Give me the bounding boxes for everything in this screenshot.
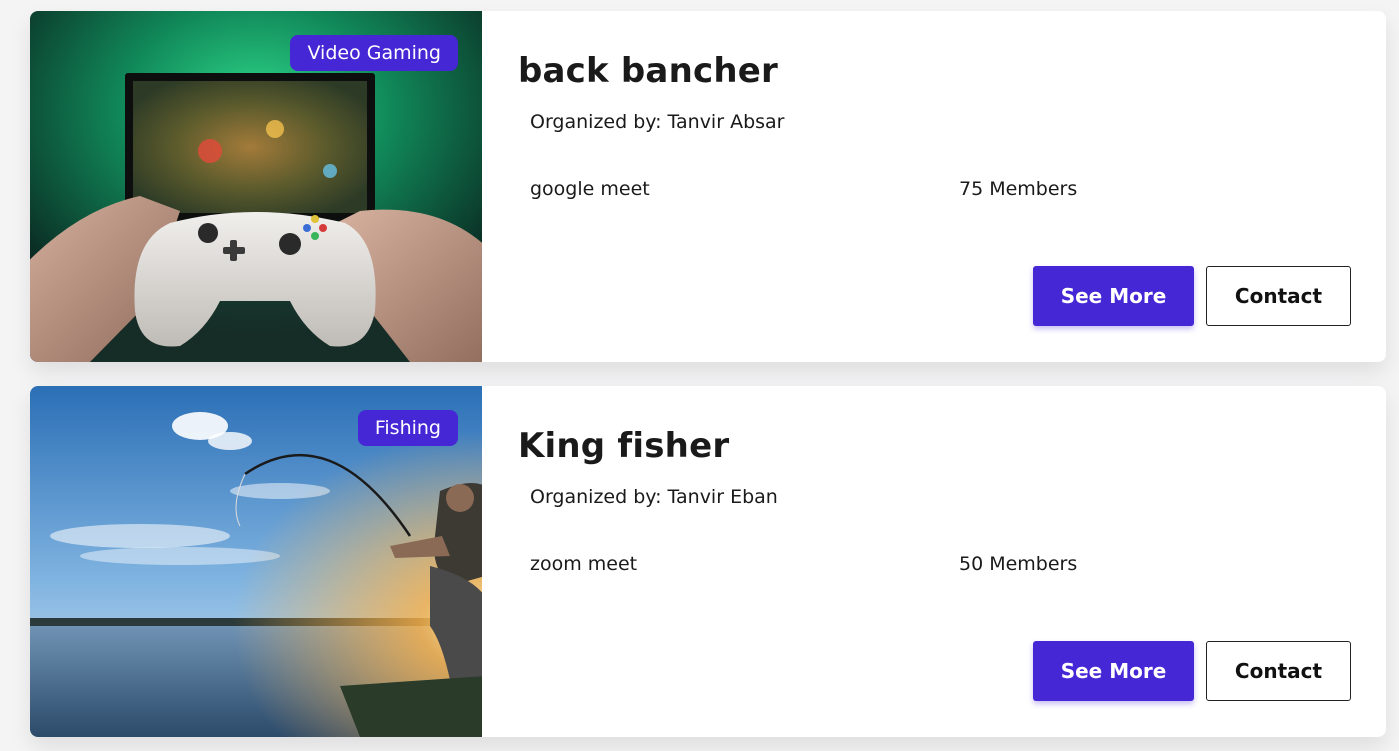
- event-card: Fishing King fisher Organized by: Tanvir …: [30, 386, 1386, 737]
- organizer-name: Tanvir Absar: [667, 111, 785, 133]
- event-organizer: Organized by: Tanvir Eban: [530, 486, 778, 508]
- contact-button[interactable]: Contact: [1206, 266, 1351, 326]
- event-title: King fisher: [518, 426, 730, 466]
- event-list: Video Gaming back bancher Organized by: T…: [0, 0, 1399, 751]
- member-count: 75: [959, 178, 984, 200]
- event-card: Video Gaming back bancher Organized by: T…: [30, 11, 1386, 362]
- member-label: Members: [989, 178, 1078, 200]
- event-organizer: Organized by: Tanvir Absar: [530, 111, 784, 133]
- event-platform: zoom meet: [530, 553, 638, 575]
- see-more-button[interactable]: See More: [1033, 641, 1194, 701]
- event-image: Fishing: [30, 386, 482, 737]
- organizer-name: Tanvir Eban: [667, 486, 778, 508]
- contact-button[interactable]: Contact: [1206, 641, 1351, 701]
- event-members: 75 Members: [959, 178, 1077, 200]
- event-title: back bancher: [518, 51, 778, 91]
- see-more-button[interactable]: See More: [1033, 266, 1194, 326]
- event-members: 50 Members: [959, 553, 1077, 575]
- organizer-label: Organized by:: [530, 111, 662, 133]
- event-details: King fisher Organized by: Tanvir Eban zoo…: [482, 386, 1386, 737]
- category-badge: Fishing: [357, 410, 458, 446]
- event-details: back bancher Organized by: Tanvir Absar g…: [482, 11, 1386, 362]
- member-label: Members: [989, 553, 1078, 575]
- event-image: Video Gaming: [30, 11, 482, 362]
- member-count: 50: [959, 553, 984, 575]
- event-platform: google meet: [530, 178, 650, 200]
- organizer-label: Organized by:: [530, 486, 662, 508]
- category-badge: Video Gaming: [290, 35, 458, 71]
